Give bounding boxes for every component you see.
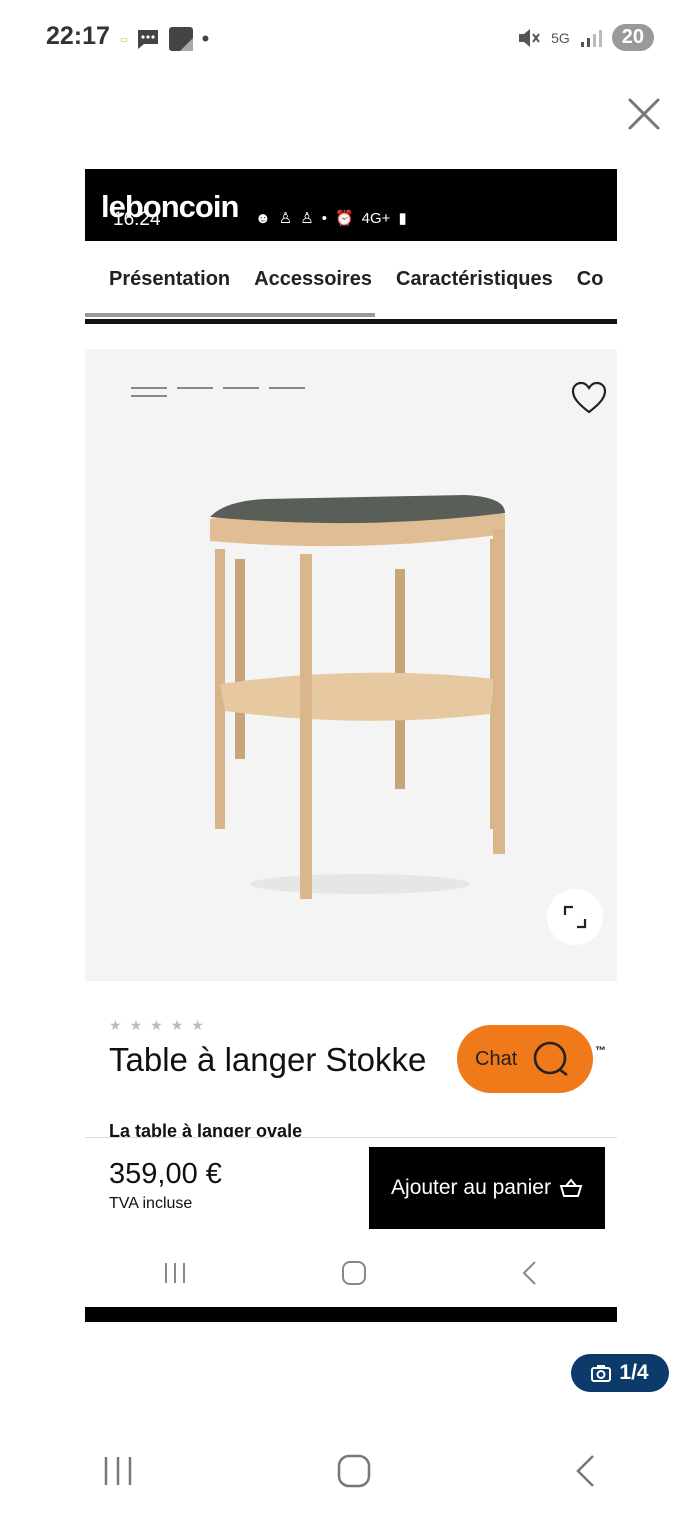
smiley-icon: ☻ bbox=[255, 209, 271, 227]
dot-icon: • bbox=[201, 26, 210, 51]
app-icon: ▭ bbox=[120, 34, 128, 44]
chat-icon bbox=[533, 1041, 569, 1077]
battery-indicator: 20 bbox=[611, 24, 654, 51]
mute-icon bbox=[519, 28, 540, 47]
tab-divider bbox=[85, 319, 617, 324]
pagination-dot[interactable] bbox=[177, 387, 213, 389]
back-icon bbox=[522, 1261, 537, 1285]
tab-presentation[interactable]: Présentation bbox=[109, 268, 230, 291]
favorite-button[interactable] bbox=[571, 381, 607, 415]
tab-caracteristiques[interactable]: Caractéristiques bbox=[396, 268, 553, 291]
alarm-icon: ⏰ bbox=[334, 210, 354, 227]
heart-icon bbox=[571, 381, 607, 414]
chat-button[interactable]: Chat bbox=[457, 1025, 593, 1093]
image-counter: 1/4 bbox=[571, 1354, 669, 1392]
signal-icon bbox=[580, 29, 602, 47]
tax-note: TVA incluse bbox=[109, 1195, 193, 1212]
inner-bottom-bar bbox=[85, 1307, 617, 1322]
gallery-pagination bbox=[131, 387, 305, 397]
message-icon bbox=[137, 30, 158, 49]
person-icon: ♙ bbox=[300, 210, 314, 227]
star-icon: ★ bbox=[150, 1017, 163, 1033]
pagination-dot-active[interactable] bbox=[131, 387, 167, 397]
screenshot-image[interactable]: 16:24 leboncoin ☻ ♙ ♙ • ⏰ 4G+ ▮ Présenta… bbox=[85, 169, 617, 1322]
recents-icon[interactable] bbox=[101, 1455, 135, 1487]
tab-bar: Présentation Accessoires Caractéristique… bbox=[85, 241, 617, 317]
battery-icon: ▮ bbox=[398, 210, 407, 227]
status-right: 5G 20 bbox=[517, 24, 654, 51]
home-icon bbox=[341, 1261, 366, 1285]
expand-button[interactable] bbox=[547, 889, 603, 945]
inner-status-icons: ☻ ♙ ♙ • ⏰ 4G+ ▮ bbox=[255, 209, 407, 228]
recents-icon bbox=[164, 1263, 185, 1283]
add-to-cart-label: Ajouter au panier bbox=[391, 1176, 551, 1199]
tab-scroll-indicator bbox=[85, 313, 375, 317]
inner-header: 16:24 leboncoin ☻ ♙ ♙ • ⏰ 4G+ ▮ bbox=[85, 169, 617, 241]
back-icon[interactable] bbox=[573, 1453, 599, 1489]
changing-table-image bbox=[210, 495, 505, 899]
notification-icons: ▭ • bbox=[120, 26, 209, 52]
close-button[interactable] bbox=[626, 96, 662, 132]
trademark: ™ bbox=[595, 1045, 606, 1057]
price-bar: 359,00 € TVA incluse Ajouter au panier bbox=[85, 1137, 617, 1232]
rating-stars: ★ ★ ★ ★ ★ bbox=[109, 1017, 204, 1034]
add-to-cart-button[interactable]: Ajouter au panier bbox=[369, 1147, 605, 1229]
network-label: 5G bbox=[551, 29, 570, 46]
pagination-dot[interactable] bbox=[223, 387, 259, 389]
dot-icon: • bbox=[321, 209, 327, 227]
star-icon: ★ bbox=[170, 1017, 184, 1033]
star-icon: ★ bbox=[191, 1017, 204, 1033]
tab-more[interactable]: Co bbox=[577, 268, 604, 291]
expand-icon bbox=[563, 905, 587, 929]
star-icon: ★ bbox=[109, 1017, 122, 1033]
product-title: Table à langer Stokke bbox=[109, 1041, 427, 1078]
star-icon: ★ bbox=[129, 1017, 143, 1033]
home-icon[interactable] bbox=[336, 1453, 372, 1489]
basket-icon bbox=[559, 1178, 583, 1197]
status-time: 22:17 bbox=[46, 22, 110, 50]
product-price: 359,00 € bbox=[109, 1158, 222, 1190]
tab-accessoires[interactable]: Accessoires bbox=[254, 268, 372, 291]
gallery-icon bbox=[168, 27, 193, 51]
leboncoin-logo: leboncoin bbox=[101, 189, 239, 224]
camera-icon bbox=[591, 1365, 612, 1382]
close-icon bbox=[628, 98, 660, 130]
person-icon: ♙ bbox=[278, 210, 293, 227]
chat-label: Chat bbox=[475, 1047, 518, 1070]
pagination-dot[interactable] bbox=[269, 387, 305, 389]
navigation-bar bbox=[0, 1430, 700, 1512]
inner-network-label: 4G+ bbox=[361, 209, 391, 227]
product-gallery[interactable] bbox=[85, 349, 617, 981]
inner-navigation-bar bbox=[85, 1235, 617, 1311]
image-counter-label: 1/4 bbox=[619, 1361, 649, 1384]
